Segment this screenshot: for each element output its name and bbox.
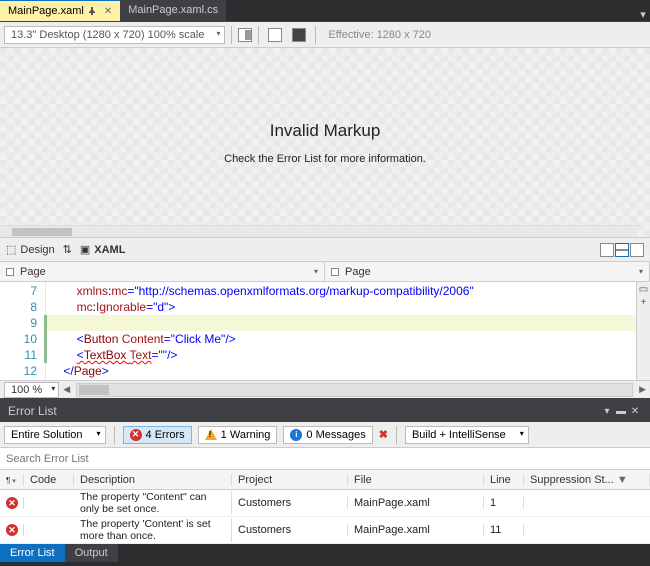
split-button-icon[interactable]: ▭ [639, 284, 648, 295]
editor-side-buttons: ▭ + [636, 282, 650, 380]
layout-horizontal-icon[interactable] [615, 243, 629, 257]
col-code: Code [24, 474, 74, 486]
tab-label: MainPage.xaml.cs [128, 4, 218, 16]
tab-mainpage-xaml-cs[interactable]: MainPage.xaml.cs [120, 0, 226, 21]
bottom-tool-tabs: Error List Output [0, 544, 650, 566]
pin-icon[interactable] [88, 7, 96, 15]
info-icon: i [290, 429, 302, 441]
code-content[interactable]: xmlns:mc="http://schemas.openxmlformats.… [46, 282, 650, 380]
tabs-overflow-dropdown[interactable]: ▾ [636, 8, 650, 21]
messages-filter-button[interactable]: i0 Messages [283, 426, 372, 444]
element-dropdown-right[interactable]: Page [325, 262, 650, 281]
error-list-toolbar: Entire Solution ✕4 Errors 1 Warning i0 M… [0, 422, 650, 448]
design-surface: Invalid Markup Check the Error List for … [0, 48, 650, 238]
scope-dropdown[interactable]: Entire Solution [4, 426, 106, 444]
error-table: ¶▾ Code Description Project File Line Su… [0, 470, 650, 544]
error-row[interactable]: ✕The property 'Content' is set more than… [0, 517, 650, 544]
build-intellisense-dropdown[interactable]: Build + IntelliSense [405, 426, 529, 444]
warnings-filter-button[interactable]: 1 Warning [198, 426, 278, 444]
design-pane-button[interactable]: ⬚ Design [6, 243, 55, 256]
device-dropdown[interactable]: 13.3" Desktop (1280 x 720) 100% scale [4, 26, 225, 44]
error-icon: ✕ [6, 524, 18, 536]
error-icon: ✕ [6, 497, 18, 509]
line-number-gutter: 78910111213 [0, 282, 46, 380]
theme-light-icon[interactable] [265, 25, 285, 45]
clear-icon[interactable]: ✖ [379, 428, 388, 441]
horizontal-scrollbar[interactable] [0, 225, 638, 237]
error-table-header[interactable]: ¶▾ Code Description Project File Line Su… [0, 470, 650, 490]
theme-dark-icon[interactable] [289, 25, 309, 45]
swap-panes-button[interactable]: ⇅ [63, 243, 72, 256]
designer-toolbar: 13.3" Desktop (1280 x 720) 100% scale Ef… [0, 22, 650, 48]
col-line: Line [484, 474, 524, 486]
invalid-markup-subtitle: Check the Error List for more informatio… [224, 153, 426, 165]
col-file: File [348, 474, 484, 486]
error-list-title: Error List [8, 404, 57, 418]
element-dropdown-left[interactable]: Page [0, 262, 325, 281]
layout-vertical-icon[interactable] [600, 243, 614, 257]
orientation-portrait-icon[interactable] [238, 28, 252, 42]
autohide-icon[interactable]: ▬ [614, 406, 628, 417]
col-description: Description [74, 474, 232, 486]
errors-filter-button[interactable]: ✕4 Errors [123, 426, 192, 444]
search-input[interactable] [0, 448, 650, 469]
col-project: Project [232, 474, 348, 486]
error-row[interactable]: ✕The property "Content" can only be set … [0, 490, 650, 517]
tab-mainpage-xaml[interactable]: MainPage.xaml ✕ [0, 0, 120, 21]
error-list-header: Error List ▾ ▬ ✕ [0, 400, 650, 422]
col-icon: ¶▾ [0, 474, 24, 486]
design-xaml-split-header: ⬚ Design ⇅ ▣ XAML [0, 238, 650, 262]
tab-output[interactable]: Output [65, 544, 118, 562]
error-icon: ✕ [130, 429, 142, 441]
filter-icon[interactable]: ▼ [617, 474, 628, 486]
layout-single-icon[interactable] [630, 243, 644, 257]
xaml-navigation-bar: Page Page [0, 262, 650, 282]
tab-error-list[interactable]: Error List [0, 544, 65, 562]
horizontal-scrollbar[interactable] [76, 383, 633, 397]
document-tabs: MainPage.xaml ✕ MainPage.xaml.cs ▾ [0, 0, 650, 22]
zoom-dropdown[interactable]: 100 % [4, 382, 59, 398]
code-editor: 78910111213 xmlns:mc="http://schemas.ope… [0, 282, 650, 380]
xaml-pane-button[interactable]: ▣ XAML [80, 243, 126, 256]
tab-label: MainPage.xaml [8, 5, 84, 17]
warning-icon [205, 429, 217, 440]
error-search-row [0, 448, 650, 470]
invalid-markup-title: Invalid Markup [270, 121, 381, 141]
close-icon[interactable]: ✕ [628, 406, 642, 417]
col-suppression: Suppression St... ▼ [524, 474, 650, 486]
zoom-bar: 100 % ◀ ▶ [0, 380, 650, 400]
window-options-icon[interactable]: ▾ [600, 406, 614, 417]
effective-resolution: Effective: 1280 x 720 [322, 29, 431, 41]
expand-button-icon[interactable]: + [641, 297, 647, 308]
close-icon[interactable]: ✕ [104, 6, 112, 17]
